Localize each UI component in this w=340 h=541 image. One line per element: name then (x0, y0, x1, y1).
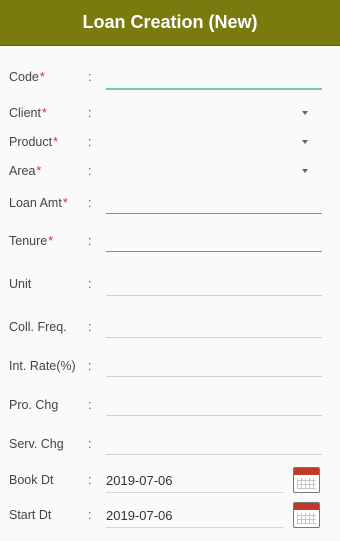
serv-chg-label: Serv. Chg (9, 437, 64, 451)
colon: : (88, 320, 92, 334)
colon: : (88, 359, 92, 373)
area-dropdown[interactable] (106, 159, 322, 185)
unit-input[interactable] (106, 273, 322, 296)
coll-freq-input[interactable] (106, 315, 322, 338)
book-dt-row: Book Dt : 2019-07-06 (0, 466, 340, 496)
colon: : (88, 437, 92, 451)
tenure-input[interactable] (106, 229, 322, 252)
area-row: Area* : (0, 159, 340, 189)
dropdown-arrow-icon (302, 111, 308, 115)
int-rate-row: Int. Rate(%) : (0, 353, 340, 383)
loan-amt-label: Loan Amt* (9, 196, 68, 210)
book-dt-value[interactable]: 2019-07-06 (106, 473, 173, 488)
colon: : (88, 106, 92, 120)
code-label: Code* (9, 70, 45, 84)
unit-label: Unit (9, 277, 32, 291)
serv-chg-row: Serv. Chg : (0, 431, 340, 461)
product-label: Product* (9, 135, 58, 149)
dropdown-arrow-icon (302, 140, 308, 144)
coll-freq-row: Coll. Freq. : (0, 314, 340, 344)
calendar-icon[interactable] (293, 467, 320, 493)
colon: : (88, 277, 92, 291)
colon: : (88, 234, 92, 248)
required-mark: * (48, 234, 54, 248)
start-dt-underline (106, 527, 284, 528)
loan-amt-row: Loan Amt* : (0, 190, 340, 220)
product-dropdown[interactable] (106, 130, 322, 156)
book-dt-underline (106, 492, 284, 493)
code-row: Code* : (0, 64, 340, 94)
colon: : (88, 164, 92, 178)
calendar-icon[interactable] (293, 502, 320, 528)
client-dropdown[interactable] (106, 101, 322, 127)
int-rate-input[interactable] (106, 354, 322, 377)
pro-chg-label: Pro. Chg (9, 398, 59, 412)
required-mark: * (36, 164, 42, 178)
code-input[interactable] (106, 66, 322, 90)
colon: : (88, 135, 92, 149)
required-mark: * (39, 70, 45, 84)
unit-row: Unit : (0, 272, 340, 302)
area-label: Area* (9, 164, 42, 178)
tenure-label: Tenure* (9, 234, 54, 248)
pro-chg-row: Pro. Chg : (0, 392, 340, 422)
pro-chg-input[interactable] (106, 393, 322, 416)
colon: : (88, 473, 92, 487)
colon: : (88, 196, 92, 210)
tenure-row: Tenure* : (0, 228, 340, 258)
coll-freq-label: Coll. Freq. (9, 320, 67, 334)
start-dt-row: Start Dt : 2019-07-06 (0, 501, 340, 531)
colon: : (88, 508, 92, 522)
colon: : (88, 398, 92, 412)
client-row: Client* : (0, 101, 340, 131)
client-label: Client* (9, 106, 47, 120)
start-dt-value[interactable]: 2019-07-06 (106, 508, 173, 523)
required-mark: * (41, 106, 47, 120)
int-rate-label: Int. Rate(%) (9, 359, 76, 373)
colon: : (88, 70, 92, 84)
app-header: Loan Creation (New) (0, 0, 340, 46)
book-dt-label: Book Dt (9, 473, 54, 487)
page-title: Loan Creation (New) (82, 12, 258, 32)
start-dt-label: Start Dt (9, 508, 52, 522)
dropdown-arrow-icon (302, 169, 308, 173)
product-row: Product* : (0, 130, 340, 160)
required-mark: * (53, 135, 58, 149)
required-mark: * (62, 196, 68, 210)
loan-amt-input[interactable] (106, 191, 322, 214)
serv-chg-input[interactable] (106, 432, 322, 455)
